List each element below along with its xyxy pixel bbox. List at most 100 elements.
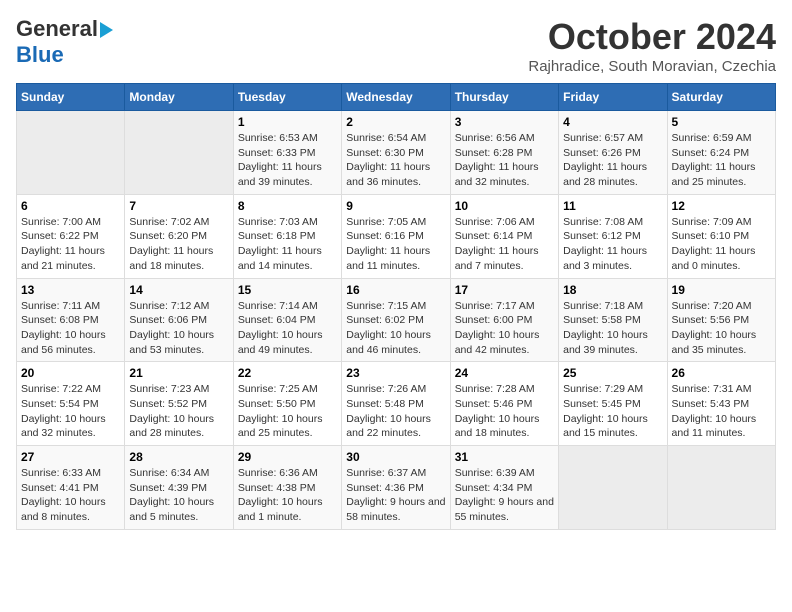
day-info: Sunrise: 7:15 AMSunset: 6:02 PMDaylight:… <box>346 299 445 358</box>
calendar-cell: 10Sunrise: 7:06 AMSunset: 6:14 PMDayligh… <box>450 194 558 278</box>
calendar-cell: 20 Sunrise: 7:22 AMSunset: 5:54 PMDayligh… <box>17 362 125 446</box>
day-info: Sunrise: 7:25 AMSunset: 5:50 PMDaylight:… <box>238 382 337 441</box>
calendar-cell: 31 Sunrise: 6:39 AMSunset: 4:34 PMDayligh… <box>450 446 558 530</box>
column-header-saturday: Saturday <box>667 84 775 111</box>
day-info: Sunrise: 6:36 AMSunset: 4:38 PMDaylight:… <box>238 466 337 525</box>
day-info: Sunrise: 7:18 AMSunset: 5:58 PMDaylight:… <box>563 299 662 358</box>
day-number: 4 <box>563 115 662 129</box>
day-info: Sunrise: 7:26 AMSunset: 5:48 PMDaylight:… <box>346 382 445 441</box>
calendar-cell <box>125 111 233 195</box>
day-number: 31 <box>455 450 554 464</box>
day-info: Sunrise: 7:06 AMSunset: 6:14 PMDaylight:… <box>455 215 554 274</box>
day-number: 21 <box>129 366 228 380</box>
day-info: Sunrise: 7:17 AMSunset: 6:00 PMDaylight:… <box>455 299 554 358</box>
day-number: 17 <box>455 283 554 297</box>
day-info: Sunrise: 7:14 AMSunset: 6:04 PMDaylight:… <box>238 299 337 358</box>
day-number: 16 <box>346 283 445 297</box>
day-number: 25 <box>563 366 662 380</box>
column-header-thursday: Thursday <box>450 84 558 111</box>
calendar-cell <box>667 446 775 530</box>
day-info: Sunrise: 7:02 AMSunset: 6:20 PMDaylight:… <box>129 215 228 274</box>
day-number: 5 <box>672 115 771 129</box>
day-info: Sunrise: 7:12 AMSunset: 6:06 PMDaylight:… <box>129 299 228 358</box>
day-number: 15 <box>238 283 337 297</box>
calendar-week-row: 13 Sunrise: 7:11 AMSunset: 6:08 PMDayligh… <box>17 278 776 362</box>
calendar-cell: 6 Sunrise: 7:00 AMSunset: 6:22 PMDaylight… <box>17 194 125 278</box>
calendar-cell: 3 Sunrise: 6:56 AMSunset: 6:28 PMDaylight… <box>450 111 558 195</box>
calendar-cell: 13 Sunrise: 7:11 AMSunset: 6:08 PMDayligh… <box>17 278 125 362</box>
location: Rajhradice, South Moravian, Czechia <box>528 58 776 75</box>
day-number: 13 <box>21 283 120 297</box>
calendar-cell: 17 Sunrise: 7:17 AMSunset: 6:00 PMDayligh… <box>450 278 558 362</box>
day-number: 30 <box>346 450 445 464</box>
day-number: 23 <box>346 366 445 380</box>
day-info: Sunrise: 7:23 AMSunset: 5:52 PMDaylight:… <box>129 382 228 441</box>
day-number: 6 <box>21 199 120 213</box>
day-info: Sunrise: 7:29 AMSunset: 5:45 PMDaylight:… <box>563 382 662 441</box>
day-info: Sunrise: 6:56 AMSunset: 6:28 PMDaylight:… <box>455 131 554 190</box>
day-info: Sunrise: 7:11 AMSunset: 6:08 PMDaylight:… <box>21 299 120 358</box>
day-info: Sunrise: 7:28 AMSunset: 5:46 PMDaylight:… <box>455 382 554 441</box>
day-number: 1 <box>238 115 337 129</box>
column-header-wednesday: Wednesday <box>342 84 450 111</box>
day-number: 19 <box>672 283 771 297</box>
calendar-cell: 22Sunrise: 7:25 AMSunset: 5:50 PMDayligh… <box>233 362 341 446</box>
calendar-cell: 28 Sunrise: 6:34 AMSunset: 4:39 PMDayligh… <box>125 446 233 530</box>
calendar-cell: 23 Sunrise: 7:26 AMSunset: 5:48 PMDayligh… <box>342 362 450 446</box>
day-info: Sunrise: 7:00 AMSunset: 6:22 PMDaylight:… <box>21 215 120 274</box>
day-number: 14 <box>129 283 228 297</box>
day-info: Sunrise: 6:57 AMSunset: 6:26 PMDaylight:… <box>563 131 662 190</box>
day-number: 2 <box>346 115 445 129</box>
day-number: 29 <box>238 450 337 464</box>
day-number: 8 <box>238 199 337 213</box>
logo-arrow-icon <box>100 22 113 38</box>
calendar-cell: 12 Sunrise: 7:09 AMSunset: 6:10 PMDayligh… <box>667 194 775 278</box>
column-header-sunday: Sunday <box>17 84 125 111</box>
day-info: Sunrise: 7:22 AMSunset: 5:54 PMDaylight:… <box>21 382 120 441</box>
calendar-cell: 7Sunrise: 7:02 AMSunset: 6:20 PMDaylight… <box>125 194 233 278</box>
day-info: Sunrise: 6:34 AMSunset: 4:39 PMDaylight:… <box>129 466 228 525</box>
day-number: 27 <box>21 450 120 464</box>
day-info: Sunrise: 7:20 AMSunset: 5:56 PMDaylight:… <box>672 299 771 358</box>
day-number: 12 <box>672 199 771 213</box>
day-number: 24 <box>455 366 554 380</box>
calendar-header-row: SundayMondayTuesdayWednesdayThursdayFrid… <box>17 84 776 111</box>
day-info: Sunrise: 6:37 AMSunset: 4:36 PMDaylight:… <box>346 466 445 525</box>
calendar-cell: 24 Sunrise: 7:28 AMSunset: 5:46 PMDayligh… <box>450 362 558 446</box>
column-header-tuesday: Tuesday <box>233 84 341 111</box>
month-title: October 2024 <box>528 16 776 58</box>
day-number: 20 <box>21 366 120 380</box>
calendar-cell <box>559 446 667 530</box>
calendar-cell: 5 Sunrise: 6:59 AMSunset: 6:24 PMDaylight… <box>667 111 775 195</box>
calendar-cell: 2Sunrise: 6:54 AMSunset: 6:30 PMDaylight… <box>342 111 450 195</box>
day-info: Sunrise: 7:09 AMSunset: 6:10 PMDaylight:… <box>672 215 771 274</box>
calendar-cell <box>17 111 125 195</box>
calendar-cell: 19 Sunrise: 7:20 AMSunset: 5:56 PMDayligh… <box>667 278 775 362</box>
calendar-cell: 30 Sunrise: 6:37 AMSunset: 4:36 PMDayligh… <box>342 446 450 530</box>
day-number: 3 <box>455 115 554 129</box>
calendar-cell: 16 Sunrise: 7:15 AMSunset: 6:02 PMDayligh… <box>342 278 450 362</box>
calendar-cell: 27 Sunrise: 6:33 AMSunset: 4:41 PMDayligh… <box>17 446 125 530</box>
day-number: 28 <box>129 450 228 464</box>
column-header-friday: Friday <box>559 84 667 111</box>
logo: General Blue <box>16 16 113 68</box>
logo-general: General <box>16 16 98 42</box>
calendar-cell: 1Sunrise: 6:53 AMSunset: 6:33 PMDaylight… <box>233 111 341 195</box>
calendar-table: SundayMondayTuesdayWednesdayThursdayFrid… <box>16 83 776 530</box>
calendar-cell: 25 Sunrise: 7:29 AMSunset: 5:45 PMDayligh… <box>559 362 667 446</box>
day-info: Sunrise: 7:05 AMSunset: 6:16 PMDaylight:… <box>346 215 445 274</box>
day-info: Sunrise: 6:59 AMSunset: 6:24 PMDaylight:… <box>672 131 771 190</box>
calendar-cell: 11Sunrise: 7:08 AMSunset: 6:12 PMDayligh… <box>559 194 667 278</box>
day-info: Sunrise: 7:03 AMSunset: 6:18 PMDaylight:… <box>238 215 337 274</box>
calendar-cell: 9Sunrise: 7:05 AMSunset: 6:16 PMDaylight… <box>342 194 450 278</box>
column-header-monday: Monday <box>125 84 233 111</box>
calendar-week-row: 1Sunrise: 6:53 AMSunset: 6:33 PMDaylight… <box>17 111 776 195</box>
day-info: Sunrise: 6:39 AMSunset: 4:34 PMDaylight:… <box>455 466 554 525</box>
calendar-week-row: 27 Sunrise: 6:33 AMSunset: 4:41 PMDayligh… <box>17 446 776 530</box>
day-info: Sunrise: 6:33 AMSunset: 4:41 PMDaylight:… <box>21 466 120 525</box>
calendar-cell: 26Sunrise: 7:31 AMSunset: 5:43 PMDayligh… <box>667 362 775 446</box>
calendar-cell: 15 Sunrise: 7:14 AMSunset: 6:04 PMDayligh… <box>233 278 341 362</box>
calendar-cell: 14 Sunrise: 7:12 AMSunset: 6:06 PMDayligh… <box>125 278 233 362</box>
day-info: Sunrise: 7:31 AMSunset: 5:43 PMDaylight:… <box>672 382 771 441</box>
calendar-week-row: 20 Sunrise: 7:22 AMSunset: 5:54 PMDayligh… <box>17 362 776 446</box>
